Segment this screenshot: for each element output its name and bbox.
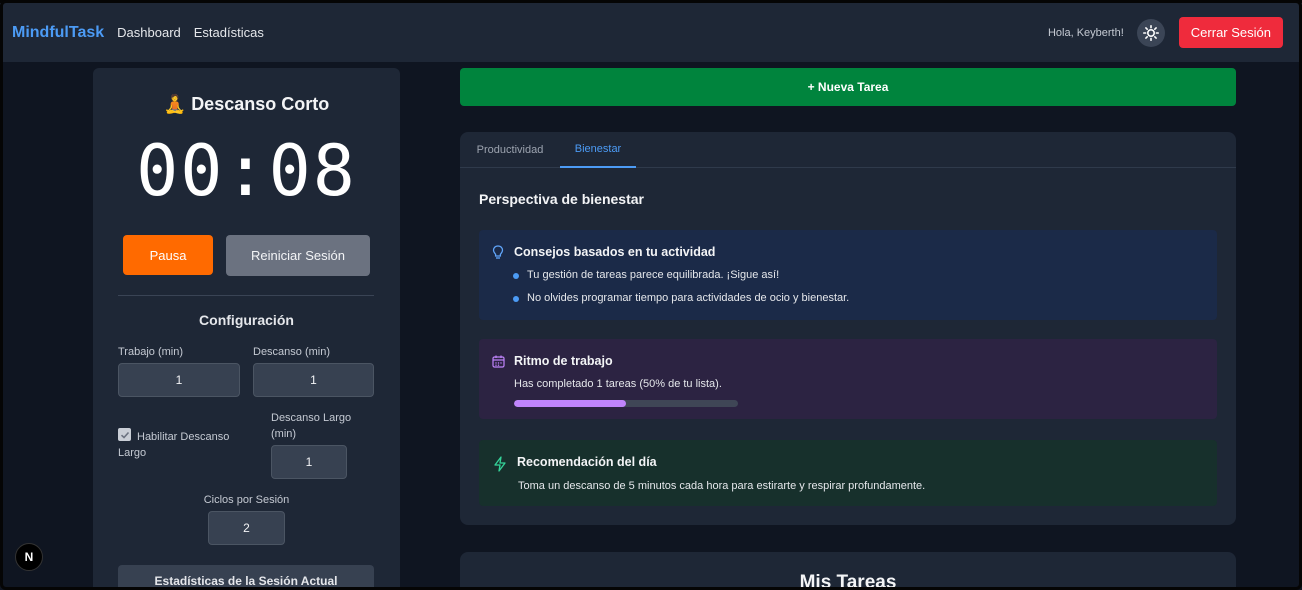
calendar-icon [492,355,505,368]
recommendation-box: Recomendación del día Toma un descanso d… [479,440,1217,506]
long-break-minutes-input[interactable]: 1 [271,445,347,479]
timer-mode-title: 🧘 Descanso Corto [93,94,400,115]
bullet-dot [513,273,519,279]
tips-title: Consejos basados en tu actividad [514,245,716,259]
navbar: MindfulTask Dashboard Estadísticas Hola,… [0,0,1302,62]
reset-session-button[interactable]: Reiniciar Sesión [226,235,370,276]
lightbulb-icon [492,245,504,259]
sun-icon [1142,24,1159,41]
bullet-dot [513,296,519,302]
lightning-icon [494,456,506,472]
wellbeing-title: Perspectiva de bienestar [479,191,644,207]
completion-progress-fill [514,400,626,407]
timer-mode-label: Descanso Corto [191,94,330,114]
logout-button[interactable]: Cerrar Sesión [1178,17,1283,48]
pomodoro-panel: 🧘 Descanso Corto 00:08 Pausa Reiniciar S… [93,68,400,590]
recommendation-title: Recomendación del día [517,455,657,469]
cycles-input[interactable]: 2 [208,511,285,545]
divider [118,295,374,296]
tasks-card: Mis Tareas [460,552,1236,590]
work-minutes-input[interactable]: 1 [118,363,240,397]
work-rhythm-text: Has completado 1 tareas (50% de tu lista… [514,378,722,390]
tasks-title: Mis Tareas [799,572,897,590]
new-task-button[interactable]: + Nueva Tarea [460,68,1236,106]
navbar-right: Hola, Keyberth! Cerrar Sesión [1048,17,1290,48]
next-dev-badge[interactable]: N [15,543,43,571]
work-minutes-label: Trabajo (min) [118,346,183,358]
pause-button[interactable]: Pausa [123,235,213,275]
long-break-enable-label: Habilitar Descanso Largo [118,431,230,459]
nav-link-dashboard[interactable]: Dashboard [117,25,181,40]
work-rhythm-title: Ritmo de trabajo [514,354,613,368]
break-minutes-label: Descanso (min) [253,346,331,358]
brand-logo[interactable]: MindfulTask [12,24,104,42]
tab-wellbeing[interactable]: Bienestar [560,132,636,168]
session-stats-button[interactable]: Estadísticas de la Sesión Actual [118,565,374,590]
tip-item: No olvides programar tiempo para activid… [527,292,850,304]
tip-item: Tu gestión de tareas parece equilibrada.… [527,269,780,281]
user-greeting: Hola, Keyberth! [1047,26,1124,39]
insights-tabs: Productividad Bienestar [460,132,1236,168]
break-minutes-input[interactable]: 1 [253,363,374,397]
completion-progress-bar [514,400,738,407]
insights-card: Productividad Bienestar Perspectiva de b… [460,132,1236,525]
cycles-label: Ciclos por Sesión [203,494,290,506]
config-title: Configuración [199,312,294,328]
tips-box: Consejos basados en tu actividad Tu gest… [479,230,1217,320]
long-break-minutes-label: Descanso Largo (min) [271,412,352,440]
tab-productivity[interactable]: Productividad [460,132,560,168]
meditation-icon: 🧘 [163,94,187,114]
recommendation-text: Toma un descanso de 5 minutos cada hora … [518,480,926,492]
timer-display: 00:08 [136,130,357,212]
nav-link-statistics[interactable]: Estadísticas [194,25,264,40]
work-rhythm-box: Ritmo de trabajo Has completado 1 tareas… [479,339,1217,419]
theme-toggle-button[interactable] [1136,18,1165,47]
